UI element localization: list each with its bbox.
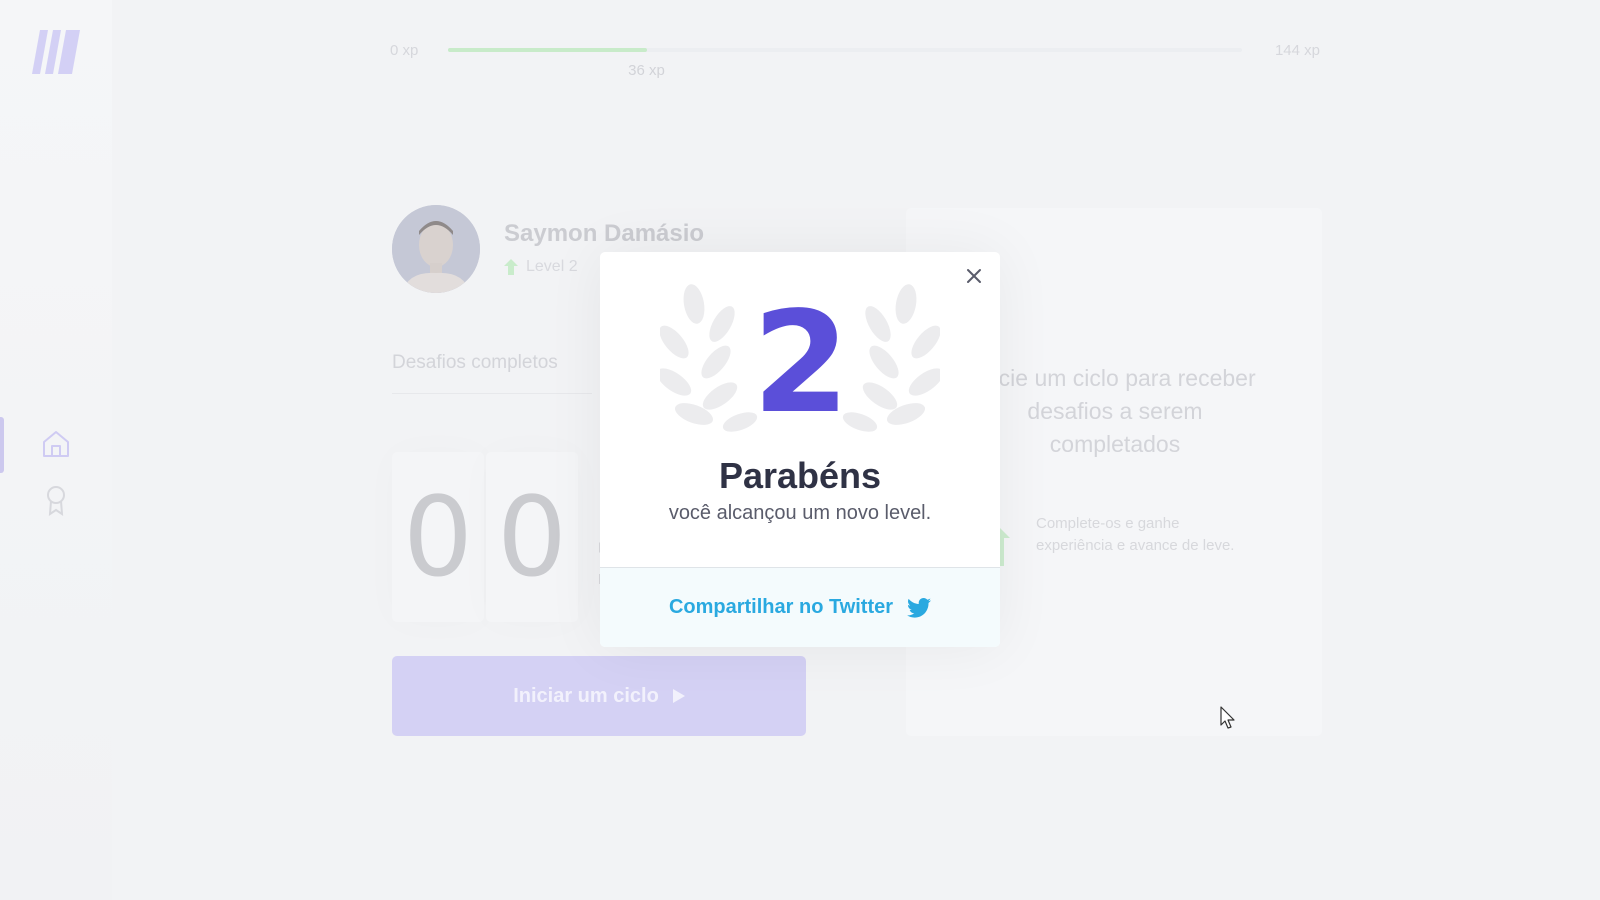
home-icon[interactable] (40, 428, 72, 460)
modal-subtitle: você alcançou um novo level. (668, 502, 932, 524)
level-label: Level 2 (526, 258, 578, 275)
sidebar (0, 0, 112, 900)
share-twitter-button[interactable]: Compartilhar no Twitter (600, 567, 1000, 647)
level-up-modal: 2 Parabéns você alcançou um novo level. … (600, 252, 1000, 647)
xp-current-label: 36 xp (628, 62, 665, 79)
nav-active-indicator (0, 417, 4, 473)
share-twitter-label: Compartilhar no Twitter (668, 596, 894, 618)
countdown-minutes: 0 0 (392, 452, 578, 622)
start-cycle-label: Iniciar um ciclo (513, 684, 659, 707)
countdown-digit: 0 (486, 452, 578, 622)
app-root: 0 xp 36 xp 144 xp Saymon Damásio Level 2… (0, 0, 1600, 900)
start-cycle-button[interactable]: Iniciar um ciclo (392, 656, 806, 736)
new-level-number: 2 (752, 282, 849, 445)
play-icon (672, 689, 685, 703)
xp-min-label: 0 xp (390, 42, 419, 59)
avatar (392, 205, 480, 293)
xp-track (448, 48, 1242, 52)
xp-fill (448, 48, 647, 52)
award-icon[interactable] (40, 484, 72, 516)
level-up-icon (504, 259, 518, 275)
level-info: Level 2 (504, 258, 578, 276)
xp-max-label: 144 xp (1274, 42, 1320, 59)
completed-challenges-label: Desafios completos (392, 352, 558, 373)
challenge-card-title: Inicie um ciclo para receber desafios a … (974, 365, 1256, 457)
countdown-digit: 0 (392, 452, 484, 622)
experience-bar: 0 xp 36 xp 144 xp (390, 40, 1320, 80)
app-logo (32, 30, 80, 74)
challenge-card-description: Complete-os e ganhe experiência e avance… (1036, 515, 1235, 554)
mouse-cursor-icon (1220, 706, 1235, 729)
twitter-icon (907, 597, 932, 618)
modal-title: Parabéns (718, 455, 882, 496)
profile-name: Saymon Damásio (504, 220, 705, 247)
divider (392, 393, 592, 394)
